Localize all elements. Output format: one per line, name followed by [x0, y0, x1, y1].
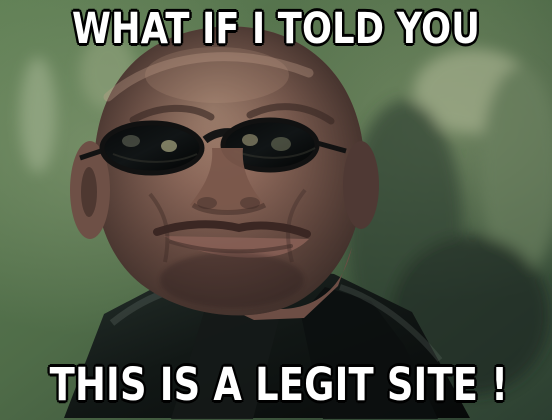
- portrait-photo: [0, 0, 552, 420]
- meme-top-caption: WHAT IF I TOLD YOU: [71, 4, 481, 54]
- meme-bottom-caption: THIS IS A LEGIT SITE !: [48, 358, 509, 411]
- meme-image: WHAT IF I TOLD YOU THIS IS A LEGIT SITE …: [0, 0, 552, 420]
